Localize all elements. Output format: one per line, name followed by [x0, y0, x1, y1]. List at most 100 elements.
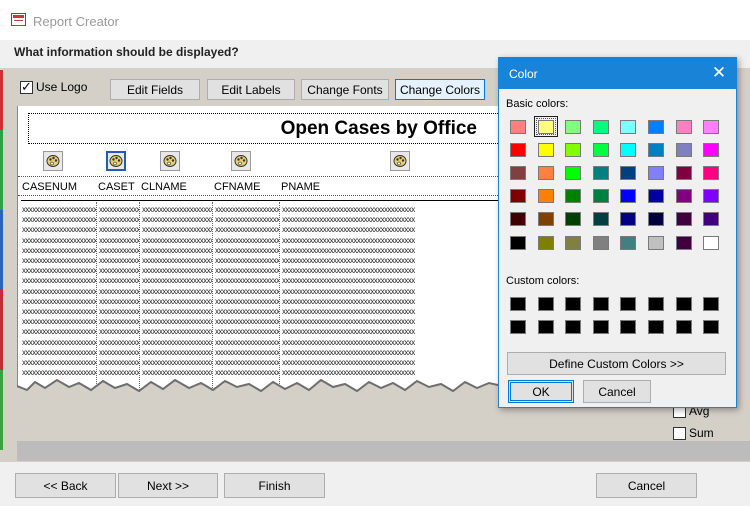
basic-color-swatch[interactable]: [534, 139, 558, 160]
palette-button-clname[interactable]: [160, 151, 180, 171]
column-divider: [279, 202, 280, 392]
color-cancel-button[interactable]: Cancel: [583, 380, 651, 403]
basic-color-swatch[interactable]: [506, 232, 530, 253]
custom-color-swatch[interactable]: [672, 293, 696, 314]
palette-button-pname[interactable]: [390, 151, 410, 171]
basic-color-swatch[interactable]: [533, 116, 558, 137]
basic-color-swatch[interactable]: [561, 232, 585, 253]
custom-color-swatch[interactable]: [534, 293, 558, 314]
use-logo-check-icon[interactable]: [20, 79, 33, 95]
column-header-pname[interactable]: PNAME: [281, 181, 361, 193]
custom-color-swatch[interactable]: [506, 316, 530, 337]
custom-color-swatch[interactable]: [672, 316, 696, 337]
palette-button-caset[interactable]: [106, 151, 126, 171]
basic-color-swatch[interactable]: [534, 186, 558, 207]
color-dialog-title-bar[interactable]: Color ✕: [499, 58, 736, 89]
custom-color-swatch[interactable]: [644, 316, 668, 337]
basic-color-swatch[interactable]: [506, 116, 530, 137]
custom-color-swatch[interactable]: [616, 293, 640, 314]
color-swatch-fill: [703, 212, 720, 227]
basic-colors-label: Basic colors:: [506, 98, 569, 110]
palette-button-cfname[interactable]: [231, 151, 251, 171]
basic-color-swatch[interactable]: [561, 209, 585, 230]
custom-color-swatch[interactable]: [589, 316, 613, 337]
report-title-box[interactable]: Open Cases by Office: [28, 113, 507, 144]
basic-color-swatch[interactable]: [672, 116, 696, 137]
custom-color-swatch[interactable]: [561, 293, 585, 314]
basic-color-swatch[interactable]: [561, 116, 585, 137]
basic-color-swatch[interactable]: [506, 162, 530, 183]
basic-color-swatch[interactable]: [644, 162, 668, 183]
finish-button[interactable]: Finish: [224, 473, 325, 498]
custom-color-swatch[interactable]: [616, 316, 640, 337]
basic-color-swatch[interactable]: [534, 232, 558, 253]
ok-button[interactable]: OK: [508, 380, 574, 403]
basic-color-swatch[interactable]: [616, 209, 640, 230]
basic-color-swatch[interactable]: [644, 139, 668, 160]
basic-color-swatch[interactable]: [589, 209, 613, 230]
column-header-casenum[interactable]: CASENUM: [22, 181, 94, 193]
column-header-clname[interactable]: CLNAME: [141, 181, 211, 193]
custom-color-swatch[interactable]: [699, 293, 723, 314]
basic-color-swatch[interactable]: [644, 209, 668, 230]
basic-color-swatch[interactable]: [672, 232, 696, 253]
back-button[interactable]: << Back: [15, 473, 116, 498]
edit-labels-button[interactable]: Edit Labels: [207, 79, 295, 100]
column-header-cfname[interactable]: CFNAME: [214, 181, 278, 193]
basic-color-swatch[interactable]: [506, 139, 530, 160]
basic-color-swatch[interactable]: [699, 209, 723, 230]
basic-color-swatch[interactable]: [616, 162, 640, 183]
change-colors-button[interactable]: Change Colors: [395, 79, 485, 100]
define-custom-colors-button[interactable]: Define Custom Colors >>: [507, 352, 726, 375]
custom-color-swatch[interactable]: [699, 316, 723, 337]
sum-label: Sum: [689, 426, 714, 440]
basic-color-swatch[interactable]: [616, 116, 640, 137]
cancel-button[interactable]: Cancel: [596, 473, 697, 498]
custom-color-swatch[interactable]: [506, 293, 530, 314]
basic-color-swatch[interactable]: [616, 139, 640, 160]
basic-color-swatch[interactable]: [699, 162, 723, 183]
basic-color-swatch[interactable]: [644, 186, 668, 207]
custom-color-swatch[interactable]: [561, 316, 585, 337]
basic-color-swatch[interactable]: [616, 232, 640, 253]
basic-color-swatch[interactable]: [699, 186, 723, 207]
next-button[interactable]: Next >>: [118, 473, 218, 498]
sum-check-icon[interactable]: [673, 426, 686, 440]
change-fonts-button[interactable]: Change Fonts: [301, 79, 389, 100]
basic-color-swatch[interactable]: [561, 186, 585, 207]
basic-color-swatch[interactable]: [589, 186, 613, 207]
basic-color-swatch[interactable]: [616, 186, 640, 207]
basic-color-swatch[interactable]: [699, 232, 723, 253]
edit-fields-button[interactable]: Edit Fields: [110, 79, 200, 100]
sum-checkbox[interactable]: Sum: [673, 426, 714, 440]
close-icon[interactable]: ✕: [708, 62, 730, 84]
basic-color-swatch[interactable]: [506, 209, 530, 230]
palette-icon: [46, 155, 60, 167]
window-title: Report Creator: [33, 14, 119, 29]
custom-color-swatch[interactable]: [644, 293, 668, 314]
basic-color-swatch[interactable]: [506, 186, 530, 207]
basic-color-swatch[interactable]: [672, 162, 696, 183]
basic-color-swatch[interactable]: [561, 162, 585, 183]
basic-color-swatch[interactable]: [699, 116, 723, 137]
basic-color-swatch[interactable]: [699, 139, 723, 160]
palette-button-casenum[interactable]: [43, 151, 63, 171]
basic-color-swatch[interactable]: [589, 139, 613, 160]
torn-paper-edge: [17, 378, 507, 408]
basic-color-swatch[interactable]: [589, 232, 613, 253]
basic-color-swatch[interactable]: [534, 162, 558, 183]
basic-color-swatch[interactable]: [589, 162, 613, 183]
horizontal-scrollbar[interactable]: [17, 441, 750, 461]
basic-color-swatch[interactable]: [672, 139, 696, 160]
basic-color-swatch[interactable]: [534, 209, 558, 230]
column-header-caset[interactable]: CASET: [98, 181, 138, 193]
custom-color-swatch[interactable]: [534, 316, 558, 337]
basic-color-swatch[interactable]: [672, 186, 696, 207]
custom-color-swatch[interactable]: [589, 293, 613, 314]
basic-color-swatch[interactable]: [672, 209, 696, 230]
basic-color-swatch[interactable]: [589, 116, 613, 137]
basic-color-swatch[interactable]: [644, 232, 668, 253]
use-logo-checkbox[interactable]: Use Logo: [20, 79, 87, 95]
basic-color-swatch[interactable]: [561, 139, 585, 160]
basic-color-swatch[interactable]: [644, 116, 668, 137]
